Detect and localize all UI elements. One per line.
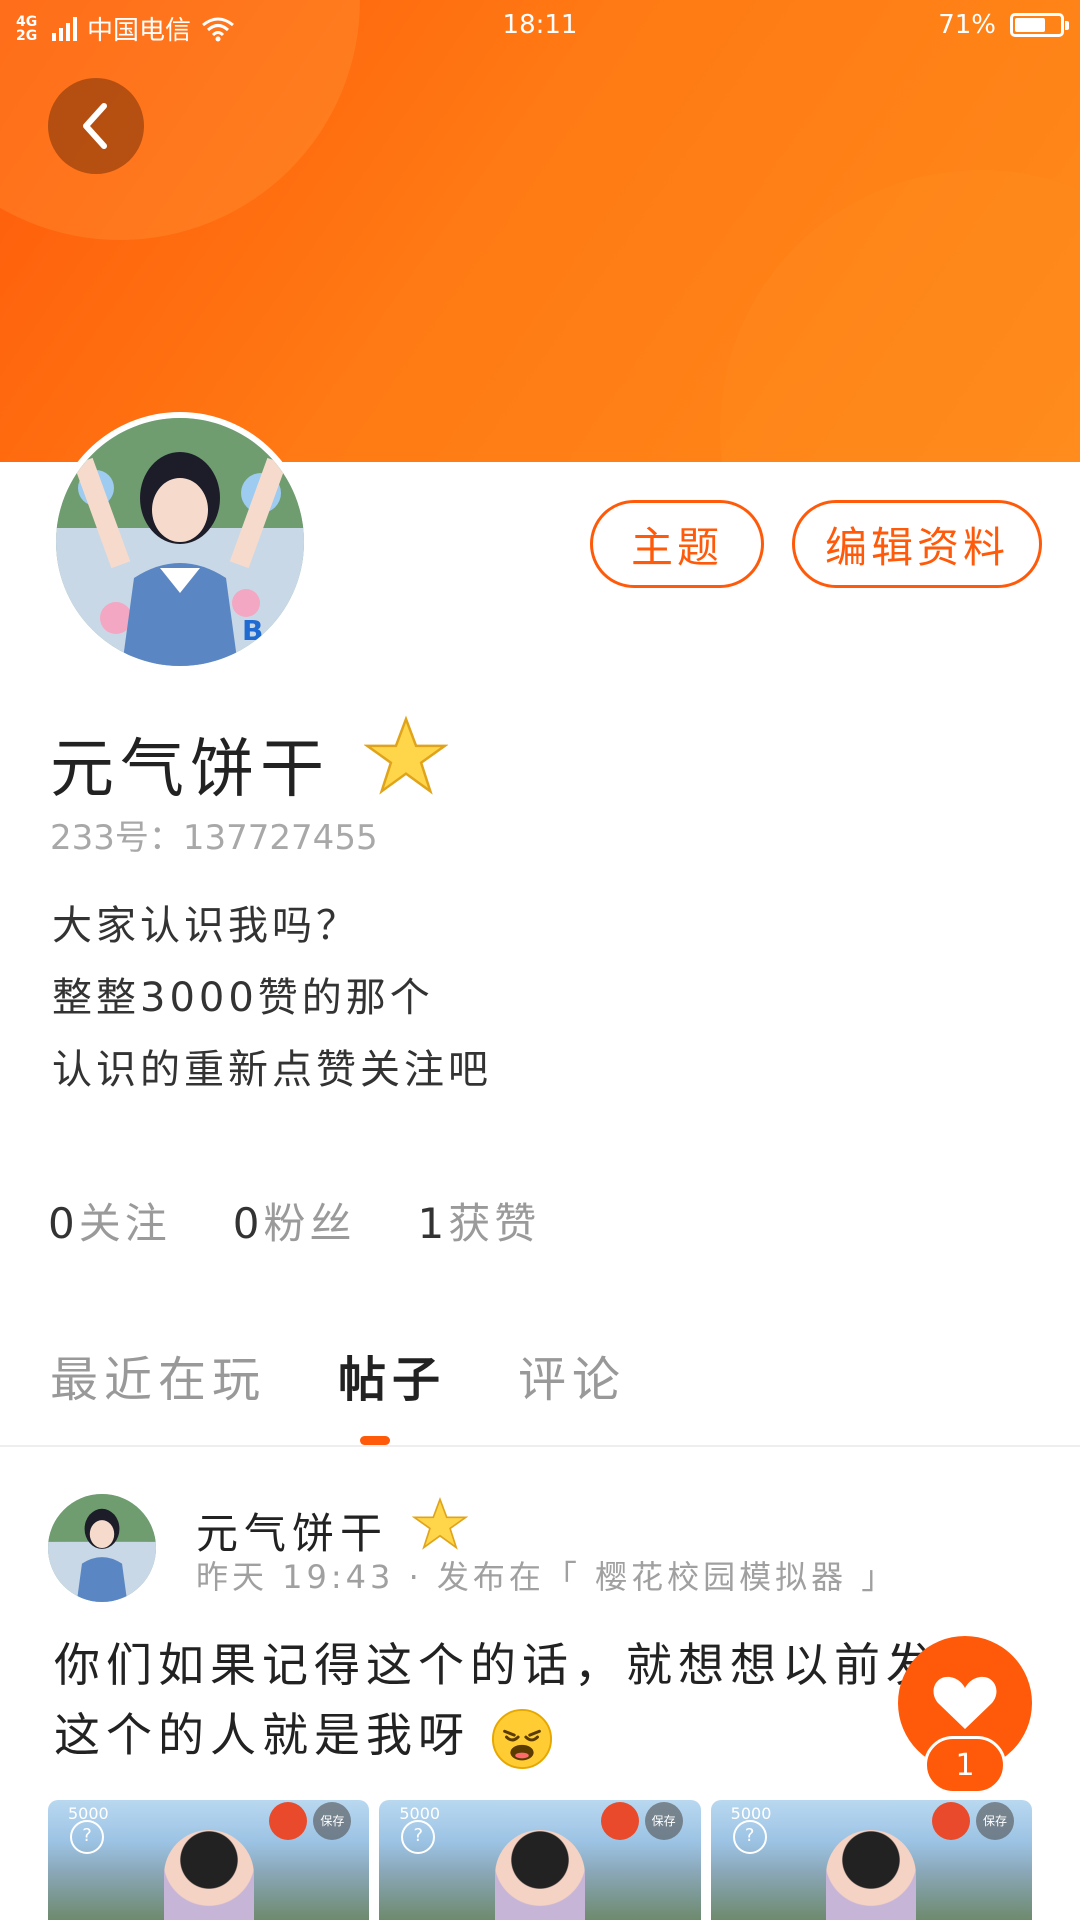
gift-icon xyxy=(269,1802,308,1840)
save-label: 保存 xyxy=(313,1802,352,1840)
battery-icon xyxy=(1010,13,1069,37)
header-glow xyxy=(720,170,1080,462)
character-figure xyxy=(494,1830,585,1920)
bio-line: 认识的重新点赞关注吧 xyxy=(52,1047,492,1093)
avatar-image: B xyxy=(56,418,304,666)
star-icon xyxy=(412,1496,468,1550)
svg-text:B: B xyxy=(242,614,263,647)
post-images: 5000 ? 保存 5000 ? 保存 5000 ? 保存 xyxy=(48,1800,1032,1920)
profile-avatar[interactable]: B xyxy=(50,412,310,672)
post-content[interactable]: 你们如果记得这个的话，就想想以前发布这个的人就是我呀 xyxy=(54,1630,1014,1770)
post-meta: 昨天 19:43 · 发布在「 樱花校园模拟器 」 xyxy=(196,1558,898,1596)
likes-stat[interactable]: 1获赞 xyxy=(418,1190,541,1251)
profile-header: 4G 2G 中国电信 18:11 71% xyxy=(0,0,1080,462)
help-icon: ? xyxy=(401,1820,436,1854)
user-id: 233号：137727455 xyxy=(50,818,378,858)
star-icon xyxy=(364,715,448,795)
help-icon: ? xyxy=(70,1820,104,1854)
post-image[interactable]: 5000 ? 保存 xyxy=(710,1800,1032,1920)
post-author-avatar[interactable] xyxy=(48,1494,156,1602)
tab-comments[interactable]: 评论 xyxy=(518,1340,626,1410)
save-label: 保存 xyxy=(644,1802,683,1840)
help-icon: ? xyxy=(732,1820,767,1854)
tab-posts[interactable]: 帖子 xyxy=(338,1340,446,1410)
divider xyxy=(0,1445,1080,1447)
gift-icon xyxy=(600,1802,639,1840)
bio-line: 整整3000赞的那个 xyxy=(52,975,434,1021)
battery-percent: 71% xyxy=(938,10,996,40)
post-image[interactable]: 5000 ? 保存 xyxy=(379,1800,701,1920)
followers-stat[interactable]: 0粉丝 xyxy=(233,1190,356,1251)
weary-face-emoji-icon xyxy=(491,1708,552,1769)
profile-tabs: 最近在玩 帖子 评论 xyxy=(50,1340,626,1410)
avatar-image xyxy=(48,1494,156,1602)
tab-recently-played[interactable]: 最近在玩 xyxy=(50,1340,266,1410)
gift-icon xyxy=(931,1802,970,1840)
character-figure xyxy=(826,1830,917,1920)
active-tab-indicator xyxy=(360,1436,390,1445)
clock: 18:11 xyxy=(502,10,578,40)
profile-stats: 0关注 0粉丝 1获赞 xyxy=(48,1190,540,1251)
character-figure xyxy=(163,1830,254,1920)
like-count: 1 xyxy=(924,1736,1006,1794)
edit-profile-button[interactable]: 编辑资料 xyxy=(792,500,1042,588)
post-image[interactable]: 5000 ? 保存 xyxy=(48,1800,370,1920)
back-button[interactable] xyxy=(48,78,144,174)
following-stat[interactable]: 0关注 xyxy=(48,1190,171,1251)
bio-line: 大家认识我吗？ xyxy=(52,903,360,949)
theme-button[interactable]: 主题 xyxy=(590,500,764,588)
save-label: 保存 xyxy=(975,1802,1014,1840)
heart-icon xyxy=(933,1676,997,1729)
profile-name: 元气饼干 xyxy=(50,733,330,807)
profile-bio: 大家认识我吗？ 整整3000赞的那个 认识的重新点赞关注吧 xyxy=(52,890,492,1106)
chevron-left-icon xyxy=(83,103,107,149)
status-bar: 4G 2G 中国电信 18:11 71% xyxy=(0,0,1080,52)
